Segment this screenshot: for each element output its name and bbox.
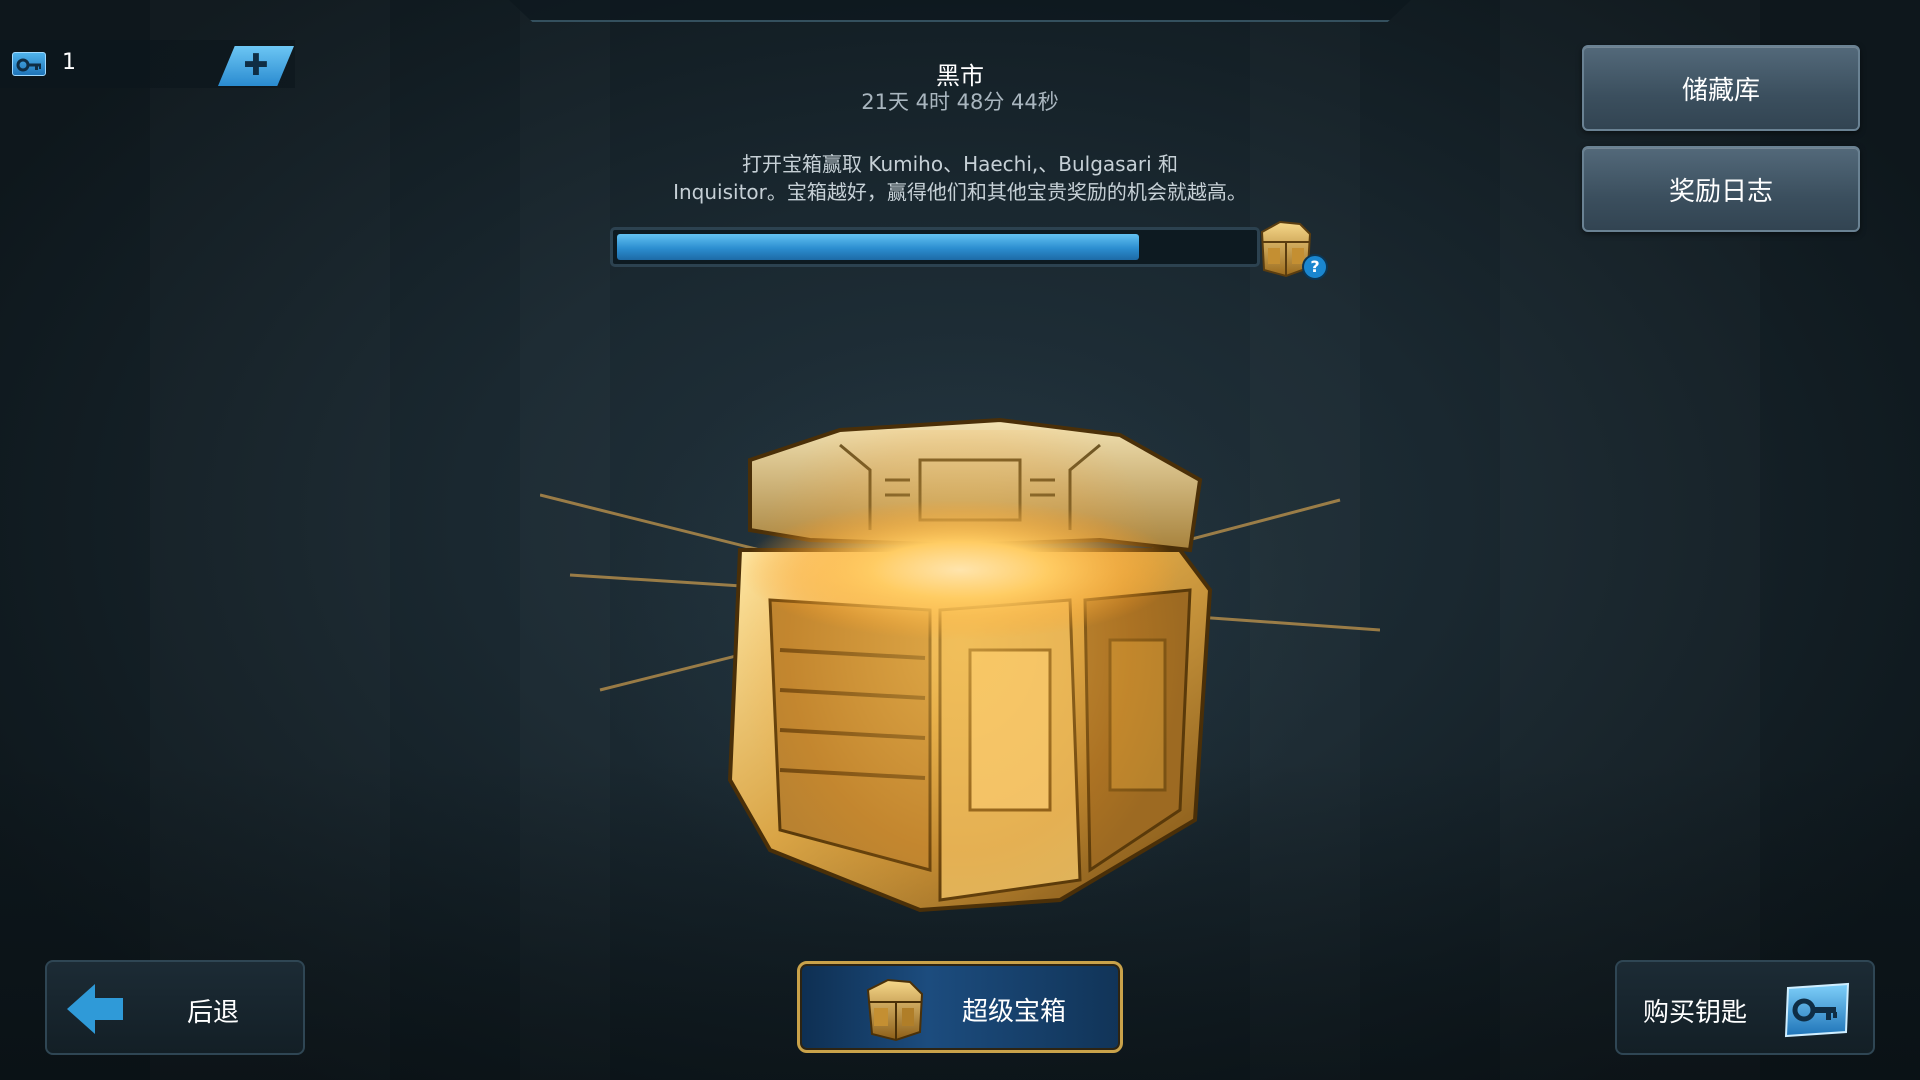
progress-fill	[617, 234, 1139, 260]
key-icon	[12, 52, 46, 76]
super-chest-image[interactable]	[539, 400, 1381, 940]
reward-log-button[interactable]: 奖励日志	[1582, 146, 1860, 232]
help-icon[interactable]: ?	[1302, 254, 1328, 280]
plus-icon: ✚	[243, 48, 269, 83]
back-button[interactable]: 后退	[45, 960, 305, 1055]
chest-progress-bar	[610, 227, 1260, 267]
countdown-timer: 21天 4时 48分 44秒	[861, 90, 1059, 114]
chest-icon	[866, 978, 924, 1042]
key-count: 1	[62, 50, 76, 75]
back-arrow-icon	[67, 984, 123, 1034]
top-frame-decoration	[505, 0, 1415, 22]
back-button-label: 后退	[187, 998, 240, 1028]
reward-log-button-label: 奖励日志	[1668, 176, 1773, 207]
buy-keys-label: 购买钥匙	[1643, 998, 1748, 1028]
event-description: 打开宝箱赢取 Kumiho、Haechi,、Bulgasari 和 Inquis…	[560, 150, 1360, 206]
description-line: 打开宝箱赢取 Kumiho、Haechi,、Bulgasari 和	[741, 152, 1178, 176]
key-card-icon	[1784, 982, 1850, 1038]
storage-button-label: 储藏库	[1681, 75, 1760, 106]
buy-keys-button[interactable]: 购买钥匙	[1615, 960, 1875, 1055]
chest-type-button[interactable]: 超级宝箱	[797, 961, 1123, 1053]
chest-type-label: 超级宝箱	[962, 997, 1067, 1027]
chest-glow	[740, 430, 1180, 910]
description-line: Inquisitor。宝箱越好，赢得他们和其他宝贵奖励的机会就越高。	[673, 180, 1247, 204]
storage-button[interactable]: 储藏库	[1582, 45, 1860, 131]
